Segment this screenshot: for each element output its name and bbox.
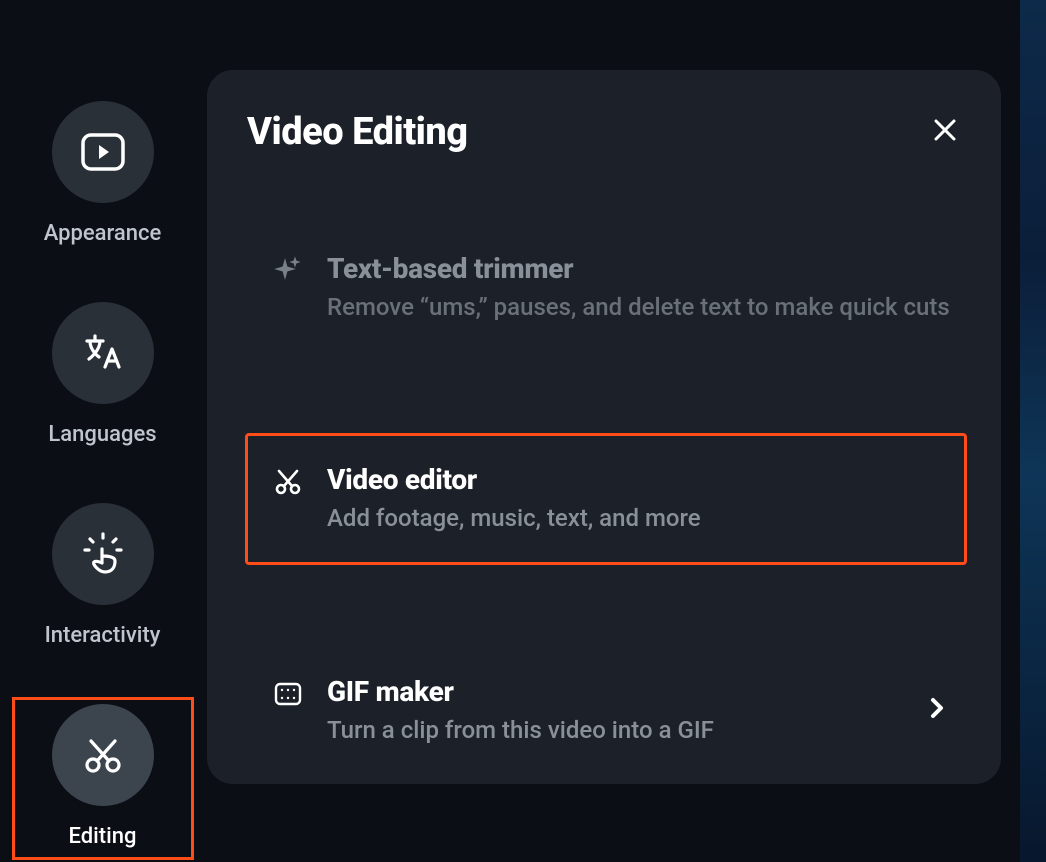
- translate-icon: [52, 302, 154, 404]
- chevron-right-icon: [927, 694, 947, 726]
- options-list: Text-based trimmer Remove “ums,” pauses,…: [247, 224, 965, 774]
- option-texts: GIF maker Turn a clip from this video in…: [327, 675, 905, 746]
- option-subtitle: Remove “ums,” pauses, and delete text to…: [327, 291, 953, 323]
- panel-video-editing: Video Editing Text-based trimmer Remove …: [207, 70, 1001, 784]
- option-texts: Video editor Add footage, music, text, a…: [327, 463, 953, 534]
- option-gif-maker[interactable]: GIF maker Turn a clip from this video in…: [247, 647, 965, 774]
- option-video-editor[interactable]: Video editor Add footage, music, text, a…: [247, 435, 965, 562]
- close-icon: [932, 117, 958, 147]
- option-title: Video editor: [327, 463, 953, 496]
- option-text-trimmer[interactable]: Text-based trimmer Remove “ums,” pauses,…: [247, 224, 965, 351]
- gif-icon: [273, 679, 305, 713]
- sidebar-item-interactivity[interactable]: Interactivity: [13, 497, 193, 658]
- sidebar-item-editing[interactable]: Editing: [13, 698, 193, 859]
- option-title: Text-based trimmer: [327, 252, 953, 285]
- scissors-icon: [273, 467, 305, 501]
- sidebar-item-appearance[interactable]: Appearance: [13, 95, 193, 256]
- option-subtitle: Turn a clip from this video into a GIF: [327, 714, 905, 746]
- sidebar-item-label: Interactivity: [45, 623, 161, 648]
- sidebar-item-label: Editing: [69, 824, 137, 849]
- option-texts: Text-based trimmer Remove “ums,” pauses,…: [327, 252, 953, 323]
- panel-header: Video Editing: [247, 110, 965, 154]
- background-strip: [1020, 0, 1046, 862]
- sidebar-item-label: Languages: [48, 422, 156, 447]
- close-button[interactable]: [925, 112, 965, 152]
- option-subtitle: Add footage, music, text, and more: [327, 502, 953, 534]
- sidebar-item-label: Appearance: [44, 221, 162, 246]
- sidebar-item-languages[interactable]: Languages: [13, 296, 193, 457]
- sparkle-icon: [273, 256, 305, 290]
- scissors-icon: [52, 704, 154, 806]
- screen-play-icon: [52, 101, 154, 203]
- touch-icon: [52, 503, 154, 605]
- sidebar: Appearance Languages I: [0, 0, 205, 862]
- panel-title: Video Editing: [247, 110, 468, 154]
- option-title: GIF maker: [327, 675, 905, 708]
